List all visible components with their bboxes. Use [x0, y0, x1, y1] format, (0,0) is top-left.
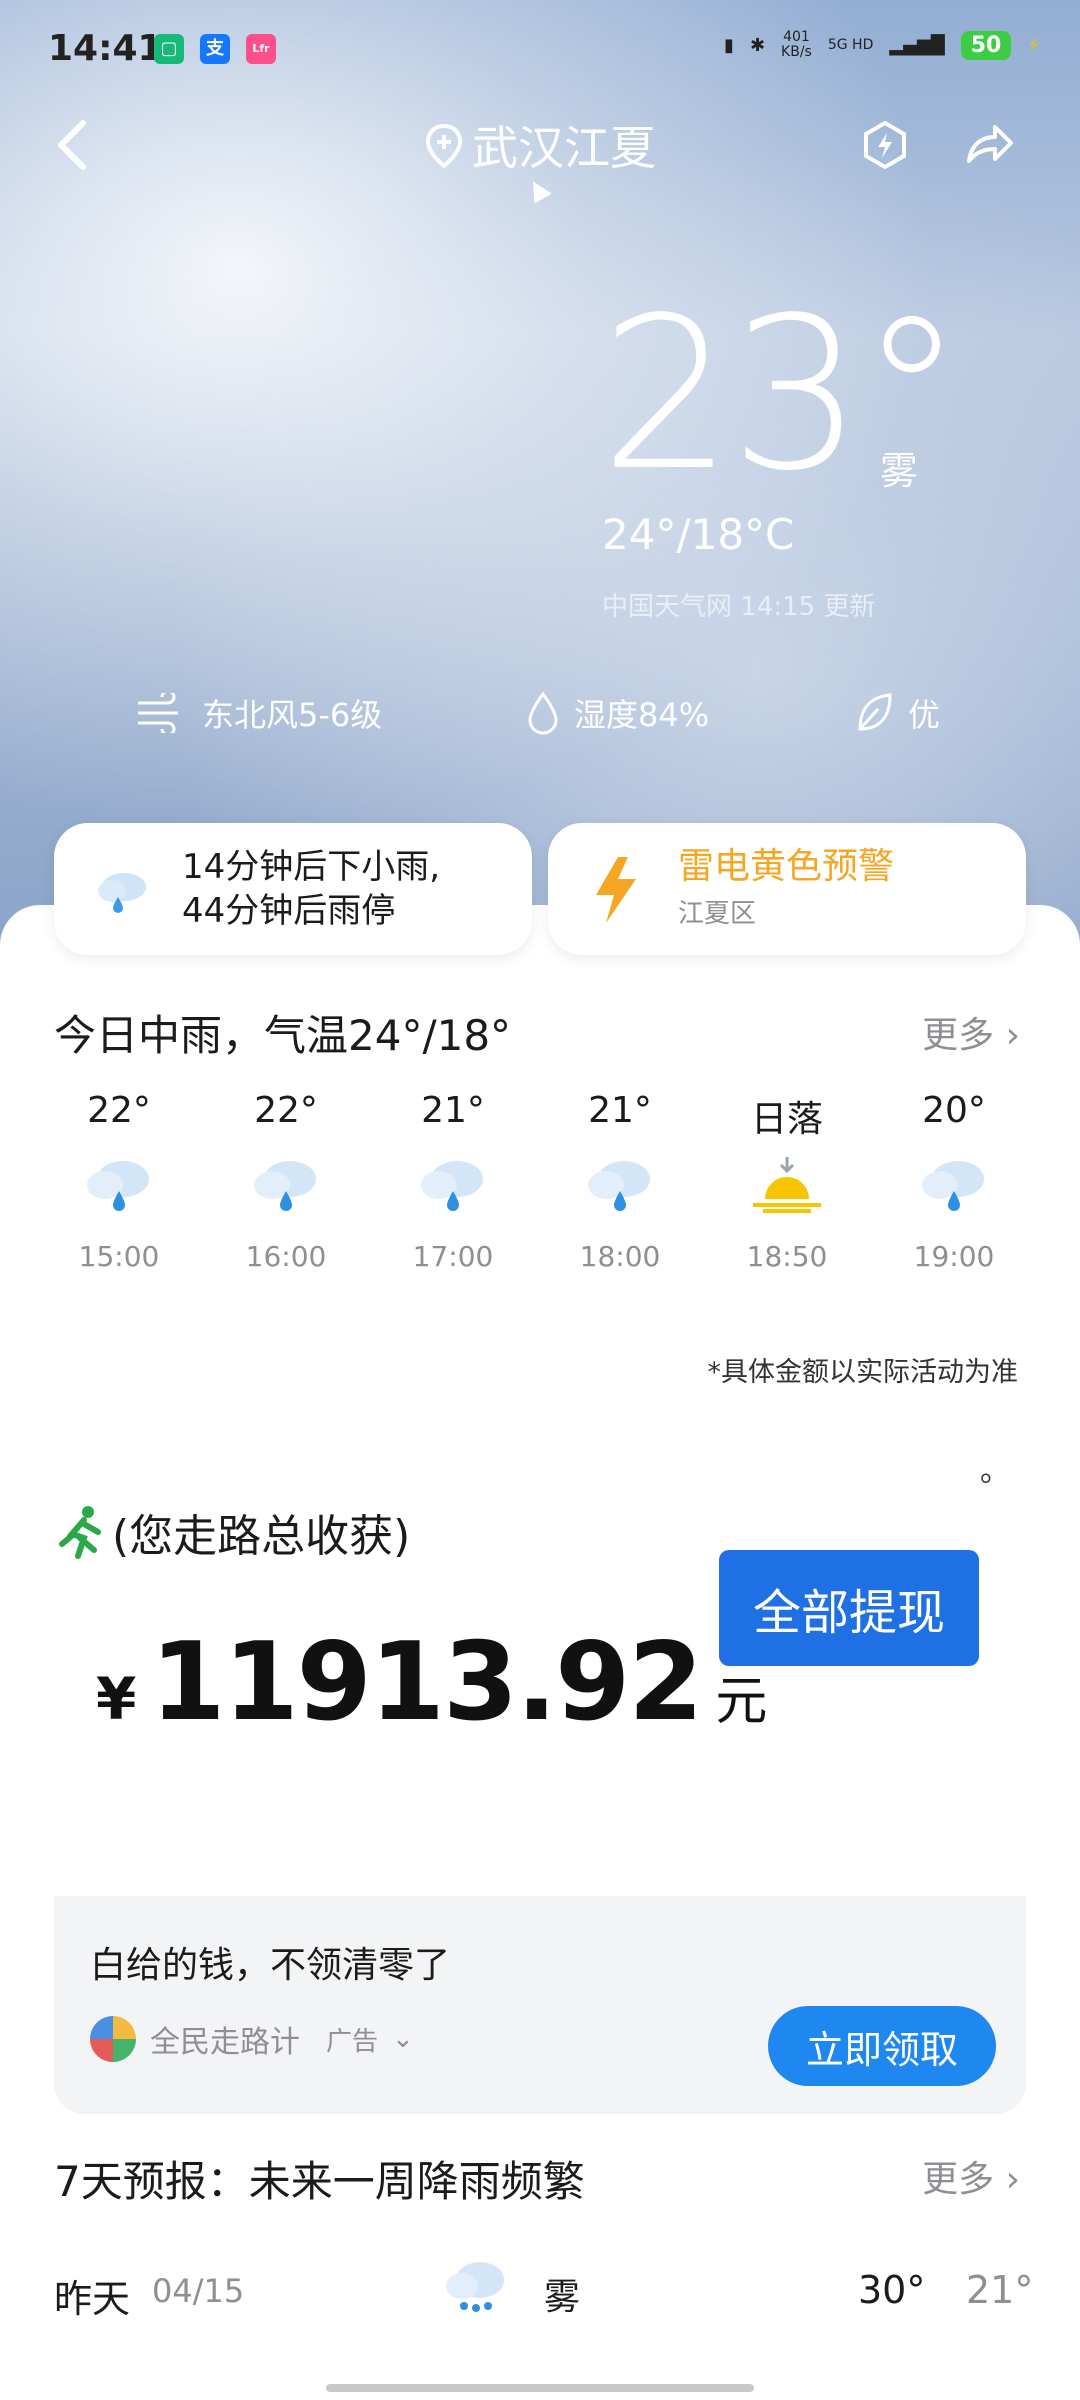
- hour-item[interactable]: 日落 18:50: [722, 1090, 852, 1273]
- ad-disclaimer: *具体金额以实际活动为准: [707, 1357, 1019, 1388]
- forecast-title: 7天预报：未来一周降雨频繁: [54, 2157, 585, 2206]
- home-indicator[interactable]: [326, 2384, 754, 2392]
- app-notification-icon: ▢: [154, 34, 184, 64]
- forecast-date: 04/15: [152, 2272, 245, 2310]
- ad-tag[interactable]: 广告: [326, 2021, 378, 2058]
- leaf-icon: [858, 693, 892, 731]
- amount-unit: 元: [715, 1672, 768, 1732]
- status-time: 14:41: [48, 28, 163, 69]
- rain-icon: [388, 1140, 518, 1230]
- hour-time: 19:00: [913, 1240, 995, 1273]
- ad-brand-name: 全民走路计: [150, 2025, 300, 2060]
- hour-item[interactable]: 22° 16:00: [221, 1090, 351, 1273]
- today-summary-title: 今日中雨，气温24°/18°: [54, 1011, 512, 1060]
- chevron-right-icon: ›: [1005, 2159, 1020, 2200]
- hour-temp: 20°: [922, 1090, 986, 1131]
- claim-now-button[interactable]: 立即领取: [768, 2006, 996, 2086]
- forecast-low: 21°: [966, 2268, 1034, 2312]
- forecast-day-row[interactable]: 昨天 04/15 雾 30° 21°: [54, 2262, 1033, 2348]
- hour-time: 18:50: [746, 1240, 828, 1273]
- forecast-condition: 雾: [544, 2277, 581, 2318]
- status-icons: ▮ ✱ 401 KB/s 5G HD ▂▄▆█ 50 ⚡: [724, 30, 1040, 60]
- rain-nowcast-card[interactable]: 14分钟后下小雨, 44分钟后雨停: [54, 823, 532, 955]
- rain-nowcast-line2: 44分钟后雨停: [182, 891, 396, 931]
- warning-area: 江夏区: [678, 899, 757, 929]
- forecast-more-label: 更多: [922, 2159, 995, 2200]
- air-quality-metric[interactable]: 优: [854, 690, 940, 736]
- ad-amount: ¥ 11913.92 元: [96, 1620, 767, 1745]
- chevron-right-icon: ›: [1005, 1015, 1020, 1056]
- ad-brand-logo: [90, 2016, 136, 2062]
- running-person-icon: [59, 1506, 101, 1559]
- rain-icon: [440, 2254, 512, 2327]
- update-source: 中国天气网 14:15 更新: [602, 592, 876, 622]
- rain-icon: [555, 1140, 685, 1230]
- hour-time: 15:00: [78, 1240, 160, 1273]
- lightning-warning-icon: [596, 857, 636, 923]
- rain-icon: [889, 1140, 1019, 1230]
- humidity-metric[interactable]: 湿度84%: [526, 690, 709, 736]
- ad-earnings-label: (您走路总收获): [54, 1500, 410, 1564]
- hexagon-bolt-icon: [864, 120, 906, 170]
- hour-time: 16:00: [245, 1240, 327, 1273]
- ad-brand-row: 全民走路计 广告 ⌄: [90, 2016, 414, 2062]
- chevron-down-icon[interactable]: ⌄: [392, 2024, 414, 2054]
- hour-time: 17:00: [412, 1240, 494, 1273]
- wind-icon: [138, 693, 178, 733]
- share-icon: [967, 125, 1013, 163]
- location-pin-icon: [424, 123, 464, 180]
- today-more-link[interactable]: 更多 ›: [922, 1006, 1020, 1058]
- amount-value: 11913.92: [150, 1620, 703, 1745]
- battery-level: 50: [960, 30, 1012, 60]
- hour-item[interactable]: 21° 17:00: [388, 1090, 518, 1273]
- sunset-icon: [722, 1140, 852, 1230]
- alipay-icon: 支: [200, 34, 230, 64]
- ad-dot: 。: [980, 1454, 1010, 1489]
- warning-title: 雷电黄色预警: [678, 846, 895, 887]
- hourly-forecast[interactable]: 22° 15:00 22° 16:00 21° 17:00 21° 18:00 …: [54, 1090, 1026, 1310]
- charging-icon: ⚡: [1027, 34, 1040, 56]
- rain-icon: [54, 1140, 184, 1230]
- water-drop-icon: [528, 691, 558, 735]
- currency-symbol: ¥: [96, 1665, 137, 1733]
- hour-item[interactable]: 20° 19:00: [889, 1090, 1019, 1273]
- rain-nowcast-line1: 14分钟后下小雨,: [182, 847, 441, 887]
- ad-earnings-text: (您走路总收获): [112, 1511, 411, 1562]
- hour-item[interactable]: 21° 18:00: [555, 1090, 685, 1273]
- withdraw-all-button[interactable]: 全部提现: [719, 1550, 979, 1666]
- thunder-warning-card[interactable]: 雷电黄色预警 江夏区: [548, 823, 1026, 955]
- vibrate-icon: ▮: [724, 34, 734, 56]
- hour-temp: 22°: [254, 1090, 318, 1131]
- weather-metrics: 东北风5-6级 湿度84% 优: [0, 690, 1080, 750]
- humidity-text: 湿度84%: [574, 696, 710, 734]
- location-name: 武汉江夏: [472, 121, 656, 175]
- hour-item[interactable]: 22° 15:00: [54, 1090, 184, 1273]
- hour-temp: 21°: [588, 1090, 652, 1131]
- lofter-icon: Lfr: [246, 34, 276, 64]
- wind-text: 东北风5-6级: [202, 696, 383, 734]
- rain-cloud-icon: [98, 873, 146, 913]
- ad-headline: 白给的钱，不领清零了: [90, 1945, 451, 1986]
- forecast-more-link[interactable]: 更多 ›: [922, 2150, 1020, 2202]
- temperature-range: 24°/18°C: [602, 510, 795, 559]
- forecast-high: 30°: [858, 2268, 926, 2312]
- air-quality-text: 优: [908, 696, 941, 734]
- quick-actions-button[interactable]: [850, 110, 920, 180]
- hour-temp: 21°: [421, 1090, 485, 1131]
- hour-temp: 22°: [87, 1090, 151, 1131]
- net-speed: 401 KB/s: [781, 29, 812, 60]
- wind-metric[interactable]: 东北风5-6级: [134, 690, 382, 736]
- current-condition: 雾: [880, 449, 919, 493]
- hour-temp: 日落: [750, 1099, 823, 1140]
- signal-icon: ▂▄▆█: [889, 34, 945, 56]
- status-bar: 14:41 ▢ 支 Lfr ▮ ✱ 401 KB/s 5G HD ▂▄▆█ 50…: [0, 0, 1080, 100]
- today-more-label: 更多: [922, 1015, 995, 1056]
- network-type: 5G HD: [827, 37, 874, 53]
- share-button[interactable]: [954, 110, 1024, 180]
- bluetooth-icon: ✱: [749, 34, 766, 56]
- forecast-day: 昨天: [54, 2277, 131, 2321]
- rain-icon: [221, 1140, 351, 1230]
- ad-footer-panel[interactable]: 白给的钱，不领清零了 全民走路计 广告 ⌄ 立即领取: [54, 1896, 1026, 2114]
- hour-time: 18:00: [579, 1240, 661, 1273]
